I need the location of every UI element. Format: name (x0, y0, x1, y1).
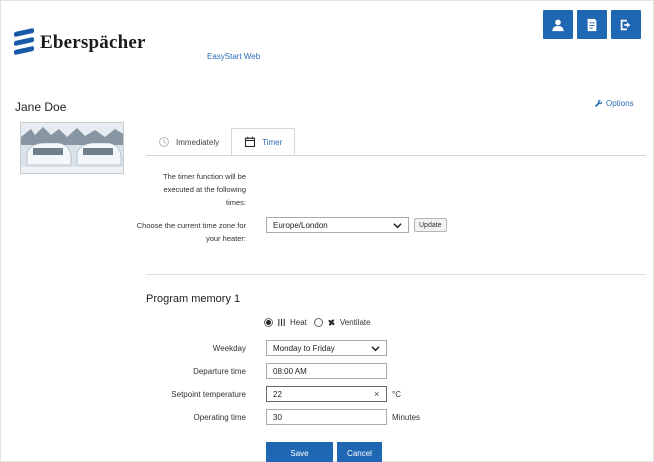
departure-time-input[interactable]: 08:00 AM (266, 363, 387, 379)
user-name: Jane Doe (15, 100, 67, 114)
options-link[interactable]: Options (594, 99, 634, 108)
operating-time-input[interactable]: 30 (266, 409, 387, 425)
wrench-icon (594, 99, 603, 108)
tab-immediately-label: Immediately (176, 137, 220, 147)
weekday-label: Weekday (212, 344, 246, 353)
timezone-value: Europe/London (273, 220, 328, 230)
operating-unit: Minutes (392, 413, 421, 422)
brand-logo-mark (14, 26, 34, 60)
heat-label: Heat (290, 318, 307, 327)
profile-button[interactable] (543, 10, 573, 39)
fan-icon (328, 319, 335, 326)
heat-icon (278, 318, 285, 327)
heat-radio[interactable] (264, 318, 273, 327)
tab-divider (146, 155, 646, 156)
weekday-select[interactable]: Monday to Friday (266, 340, 387, 356)
tab-timer-label: Timer (262, 137, 283, 147)
section-divider (146, 274, 646, 275)
update-button[interactable]: Update (414, 218, 447, 232)
timezone-label: Choose the current time zone for your he… (136, 221, 246, 243)
clear-input-icon[interactable]: × (374, 389, 379, 399)
brand-name: Eberspächer (40, 32, 146, 53)
tab-immediately[interactable]: Immediately (146, 128, 231, 156)
mode-tabs: Immediately Timer (146, 128, 296, 156)
setpoint-temperature-label: Setpoint temperature (171, 390, 246, 399)
ventilate-label: Ventilate (339, 318, 371, 327)
setpoint-unit: °C (392, 390, 401, 399)
document-button[interactable] (577, 10, 607, 39)
header-actions (543, 10, 641, 39)
document-icon (587, 18, 597, 31)
heater-vehicle-image (20, 122, 124, 174)
tab-timer[interactable]: Timer (231, 128, 296, 156)
timezone-select[interactable]: Europe/London (266, 217, 409, 233)
cancel-button[interactable]: Cancel (337, 442, 382, 462)
setpoint-temperature-input[interactable]: 22 (266, 386, 387, 402)
user-icon (552, 19, 564, 31)
options-label: Options (606, 99, 634, 108)
app-name: EasyStart Web (207, 52, 261, 61)
departure-time-label: Departure time (193, 367, 246, 376)
timer-icon (158, 136, 170, 148)
program-memory-title: Program memory 1 (146, 293, 241, 305)
calendar-icon (245, 136, 256, 148)
operating-time-label: Operating time (193, 413, 246, 422)
timer-description: The timer function will be executed at t… (163, 172, 246, 207)
logout-icon (620, 19, 631, 30)
save-button[interactable]: Save (266, 442, 333, 462)
chevron-down-icon (393, 222, 402, 228)
mode-radio-group: Heat Ventilate (264, 318, 371, 327)
brand-logo: Eberspächer (14, 26, 146, 60)
ventilate-radio[interactable] (313, 318, 323, 327)
chevron-down-icon (371, 345, 380, 351)
weekday-value: Monday to Friday (273, 343, 335, 353)
logout-button[interactable] (611, 10, 641, 39)
